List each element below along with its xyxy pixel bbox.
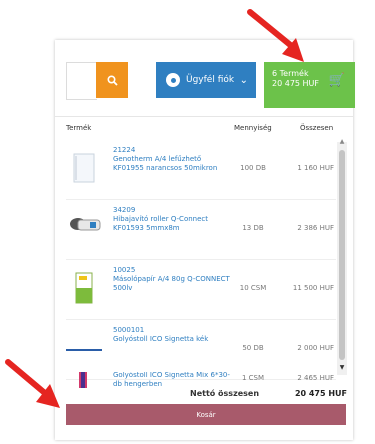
pen-cylinder-icon [66,372,102,388]
search-button[interactable] [96,62,128,98]
pen-icon [66,330,102,366]
product-name[interactable]: 5019895 Golyóstoll ICO Signetta Mix 6*30… [113,372,233,388]
cart-icon: 🛒 [328,73,345,88]
search-icon [106,74,118,86]
header-bar: Ügyfél fiók ⌄ 6 Termék 20 475 HUF 🛒 [66,62,355,108]
product-name[interactable]: 5000101 Golyóstoll ICO Signetta kék [113,326,233,344]
table-row[interactable]: 34209 Hibajavító roller Q-Connect KF0159… [66,200,336,260]
checkout-button[interactable]: Kosár [66,404,346,425]
product-name[interactable]: 21224 Genotherm A/4 lefűzhető KF01955 na… [113,146,233,173]
cart-button[interactable]: 6 Termék 20 475 HUF 🛒 [264,62,355,108]
table-row[interactable]: 21224 Genotherm A/4 lefűzhető KF01955 na… [66,140,336,200]
paper-ream-icon [66,270,102,306]
product-qty: 100 DB [240,164,266,172]
sheet-protector-icon [66,150,102,186]
product-total: 1 160 HUF [297,164,334,172]
product-qty: 13 DB [242,224,264,232]
correction-roller-icon [66,210,102,246]
column-header-qty: Mennyiség [234,124,272,132]
account-button[interactable]: Ügyfél fiók ⌄ [156,62,256,98]
column-header-product: Termék [66,124,92,132]
search-input[interactable] [66,62,97,100]
product-name[interactable]: 10025 Másolópapír A/4 80g Q-CONNECT 500l… [113,266,233,293]
table-row[interactable]: 10025 Másolópapír A/4 80g Q-CONNECT 500l… [66,260,336,320]
net-total-value: 20 475 HUF [294,389,347,398]
product-total: 2 465 HUF [297,374,334,382]
column-header-total: Összesen [300,124,334,132]
arrow-icon [5,359,60,408]
product-total: 11 500 HUF [292,284,334,292]
product-qty: 10 CSM [239,284,267,292]
product-total: 2 386 HUF [297,224,334,232]
product-qty: 50 DB [242,344,264,352]
product-total: 2 000 HUF [297,344,334,352]
chevron-down-icon: ⌄ [239,74,248,86]
net-total-label: Nettó összesen [190,389,260,398]
account-label: Ügyfél fiók [186,75,235,85]
scrollbar-thumb[interactable] [339,150,345,360]
scroll-up-icon[interactable]: ▲ [337,138,347,145]
product-name[interactable]: 34209 Hibajavító roller Q-Connect KF0159… [113,206,233,233]
arrow-icon [247,9,304,62]
scroll-down-icon[interactable]: ▼ [337,364,347,371]
table-row[interactable]: 5019895 Golyóstoll ICO Signetta Mix 6*30… [66,372,336,388]
user-icon [166,73,180,87]
header-divider [55,116,353,117]
table-row[interactable]: 5000101 Golyóstoll ICO Signetta kék 50 D… [66,320,336,380]
product-qty: 1 CSM [241,374,265,382]
